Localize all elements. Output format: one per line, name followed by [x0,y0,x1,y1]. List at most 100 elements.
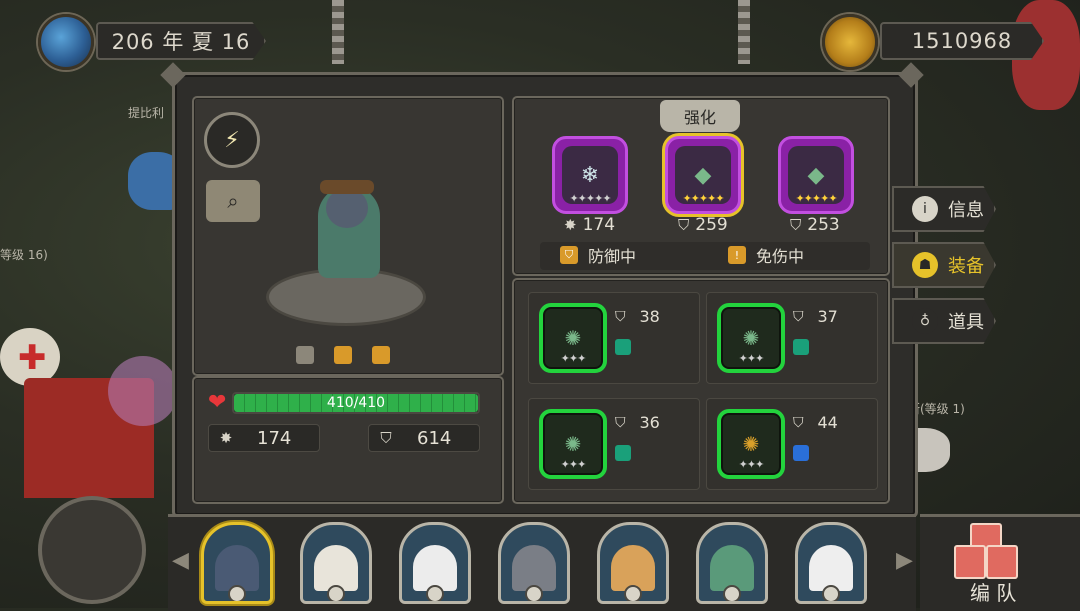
date-display: 206 年 夏 16 [96,22,266,60]
rune-stat: ⛉ 36 [615,413,660,432]
defending-tag: ⛉ 防御中 [560,242,636,268]
hero-class-icon [822,585,840,601]
chain-left [332,0,344,64]
hero-portrait-7[interactable] [795,522,867,604]
attack-value: 174 [257,427,292,449]
rune-card-3[interactable]: ✺ ✦✦✦ ⛉ 36 [528,398,700,490]
rune-stars: ✦✦✦ [738,458,765,471]
weapon-value: 174 [582,215,616,235]
npc-label-top: 提比利 [128,106,165,120]
accessory-value: 253 [807,215,840,235]
rune-icon: ✺ ✦✦✦ [717,409,785,479]
hero-portrait-3[interactable] [399,522,471,604]
defense-icon: ⛉ [615,414,626,431]
roster-arrow-right[interactable]: ▶ [896,548,913,573]
shield-badge-icon [334,346,352,364]
skill-sword-icon[interactable]: ⚡ [204,112,260,168]
rune-stars: ✦✦✦ [738,352,765,365]
defense-icon: ⛉ [380,429,392,447]
hero-class-icon [624,585,642,601]
hero-portrait-5[interactable] [597,522,669,604]
weapon-stat: ✸ 174 [564,215,615,235]
equip-slot-accessory[interactable]: ◆ ✦✦✦✦✦ [778,136,854,214]
pink-trees [108,356,178,426]
rune-icon: ✺ ✦✦✦ [539,303,607,373]
hp-text: 410/410 [326,395,386,411]
gold-amount: 1510968 [911,29,1013,53]
tab-equipment[interactable]: ☗ 装备 [892,242,996,288]
rune-value: 44 [817,413,838,432]
defense-icon: ⛉ [793,414,804,431]
defending-label: 防御中 [588,247,637,266]
telescope-map-icon[interactable]: ⌕ [206,180,260,222]
defense-icon: ⛉ [615,308,626,325]
rune-card-1[interactable]: ✺ ✦✦✦ ⛉ 38 [528,292,700,384]
date-text: 206 年 夏 16 [111,30,251,54]
rune-stat: ⛉ 44 [793,413,838,432]
equip-slot-weapon[interactable]: ❄ ✦✦✦✦✦ [552,136,628,214]
hero-head [326,188,368,228]
rune-value: 37 [817,307,838,326]
hero-class-icon [327,585,345,601]
helmet-icon: ☗ [912,252,938,278]
equip-slot-armor[interactable]: ◆ ✦✦✦✦✦ [665,136,741,214]
attack-stat: ✸ 174 [208,424,320,452]
rune-stars: ✦✦✦ [560,458,587,471]
defense-icon: ⛉ [678,216,690,234]
rune-card-4[interactable]: ✺ ✦✦✦ ⛉ 44 [706,398,878,490]
defense-value: 614 [417,427,452,449]
damage-immune-label: 免伤中 [756,247,805,266]
defense-stat: ⛉ 614 [368,424,480,452]
hp-bar: 410/410 [232,392,480,414]
tab-info-label: 信息 [948,200,984,221]
enhance-tab[interactable]: 强化 [660,100,740,132]
rune-stat: ⛉ 38 [615,307,660,326]
tab-items-label: 道具 [948,312,984,333]
armor-stat: ⛉ 259 [678,215,728,235]
attack-icon: ✸ [564,216,577,234]
rune-type-icon [615,339,631,355]
hero-portrait-6[interactable] [696,522,768,604]
damage-reduce-icon [372,346,390,364]
info-icon: i [912,196,938,222]
hero-portrait-2[interactable] [300,522,372,604]
attack-icon: ✸ [219,429,233,447]
rune-type-icon [793,445,809,461]
crossed-swords-icon [296,346,314,364]
roster-arrow-left[interactable]: ◀ [172,548,189,573]
rune-icon: ✺ ✦✦✦ [539,409,607,479]
armor-stars: ✦✦✦✦✦ [682,192,724,205]
hero-portrait-1[interactable] [201,522,273,604]
status-icons [296,346,390,364]
tab-items[interactable]: ♁ 道具 [892,298,996,344]
season-globe-icon[interactable] [38,14,94,70]
weapon-stars: ✦✦✦✦✦ [569,192,611,205]
chain-right [738,0,750,64]
hero-class-icon [228,585,246,601]
rune-stat: ⛉ 37 [793,307,838,326]
town-button[interactable] [38,496,146,604]
rune-value: 36 [639,413,660,432]
cross-mark: ✚ [18,338,47,378]
tab-info[interactable]: i 信息 [892,186,996,232]
formation-icon [954,523,1018,579]
heart-icon: ❤ [208,390,227,415]
gold-display: 1510968 [880,22,1044,60]
bag-icon: ♁ [912,308,938,334]
damage-immune-tag: ! 免伤中 [728,242,804,268]
accessory-stat: ⛉ 253 [790,215,840,235]
defense-icon: ⛉ [790,216,802,234]
formation-label: 编 队 [970,581,1017,605]
armor-value: 259 [695,215,728,235]
hero-hat [320,180,374,194]
enhance-label: 强化 [683,108,716,127]
rune-icon: ✺ ✦✦✦ [717,303,785,373]
formation-button[interactable]: 编 队 [920,514,1080,611]
accessory-stars: ✦✦✦✦✦ [795,192,837,205]
rune-type-icon [615,445,631,461]
rune-card-2[interactable]: ✺ ✦✦✦ ⛉ 37 [706,292,878,384]
gold-coin-icon [822,14,878,70]
hero-class-icon [525,585,543,601]
hero-portrait-4[interactable] [498,522,570,604]
shield-badge-icon: ⛉ [560,246,578,264]
